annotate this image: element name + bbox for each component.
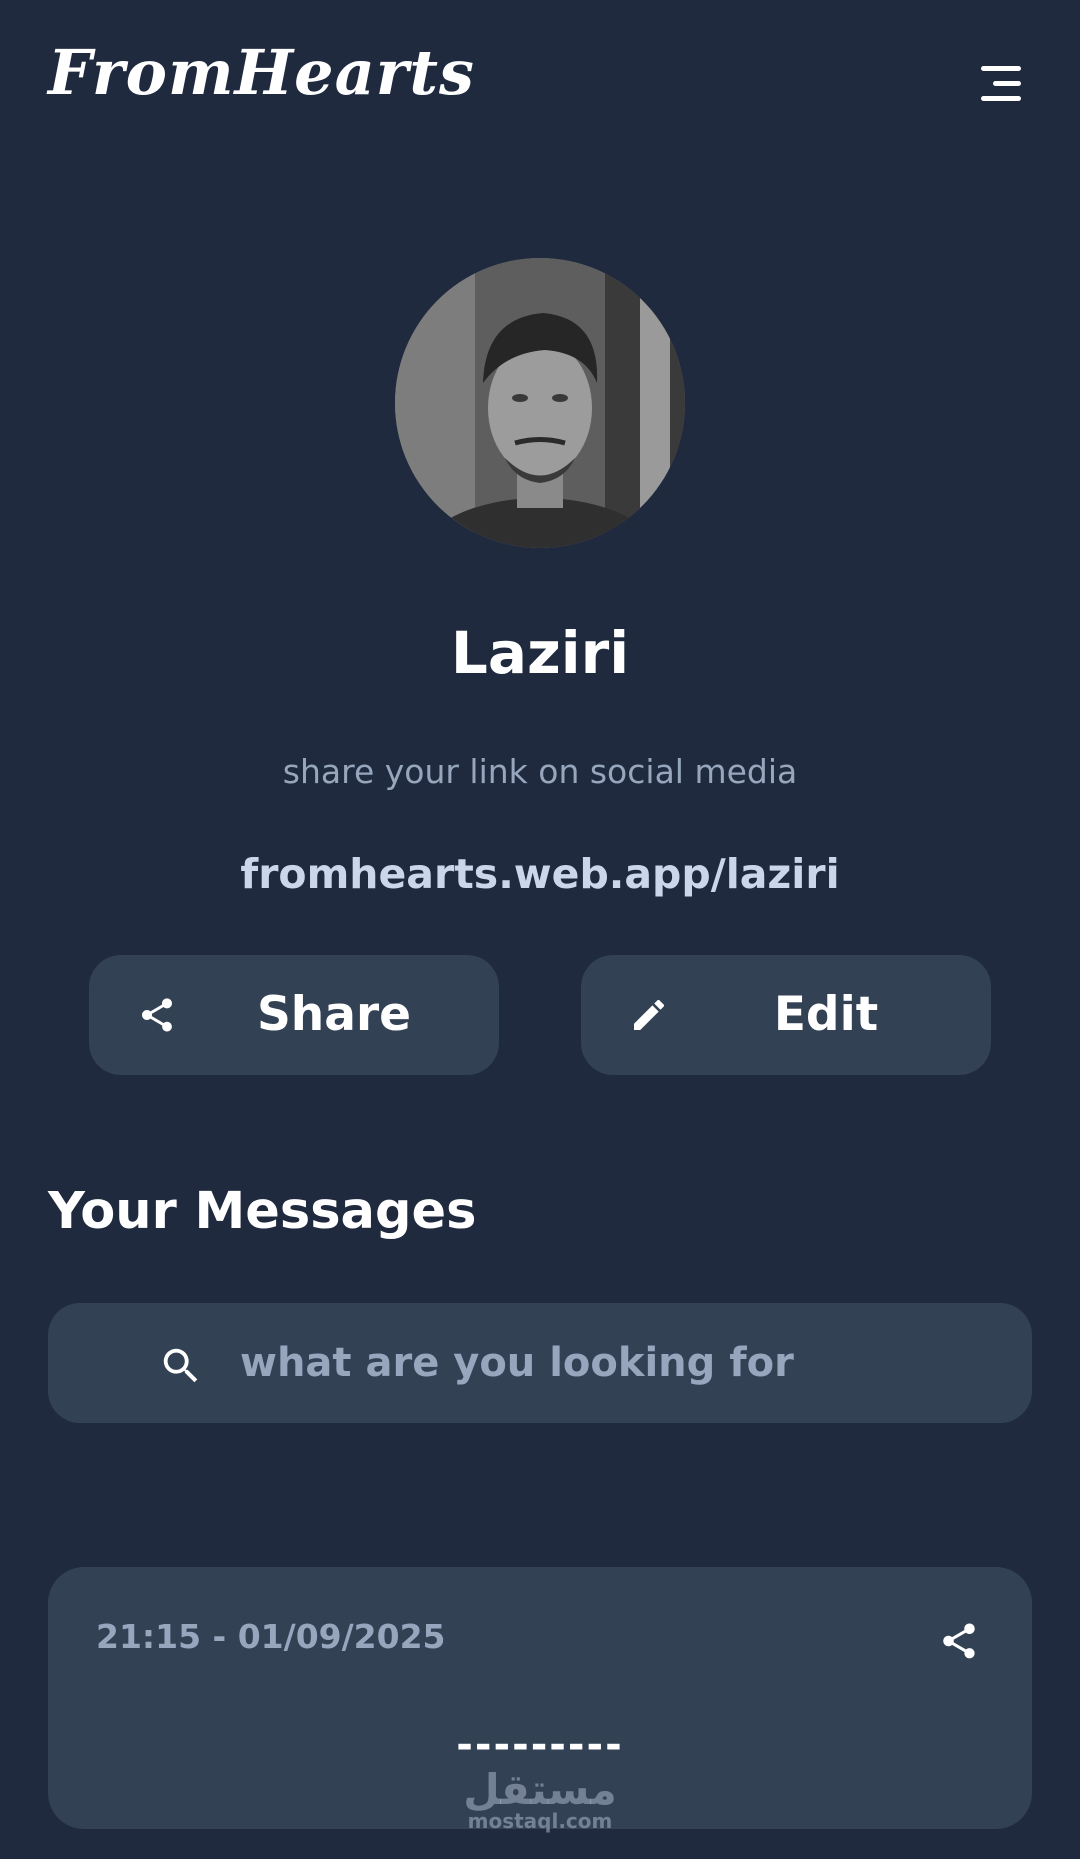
profile-name: Laziri [450, 619, 630, 687]
search-input[interactable] [220, 1321, 1020, 1405]
brand-logo[interactable]: FromHearts [48, 42, 475, 104]
share-button[interactable]: Share [89, 955, 499, 1075]
menu-button[interactable] [975, 62, 1025, 106]
search-icon [163, 1348, 198, 1383]
pencil-icon [634, 999, 665, 1030]
app-header: FromHearts [0, 0, 1080, 170]
edit-button-label: Edit [773, 987, 879, 1042]
share-button-label: Share [256, 987, 412, 1042]
messages-title: Your Messages [48, 1182, 477, 1241]
watermark-latin: mostaql.com [467, 1809, 613, 1833]
watermark-arabic: مستقل [463, 1765, 617, 1814]
menu-icon [981, 66, 1021, 101]
message-text: --------- [456, 1722, 624, 1768]
share-icon[interactable] [938, 1620, 980, 1662]
search-bar[interactable] [48, 1303, 1032, 1423]
profile-link[interactable]: fromhearts.web.app/laziri [0, 850, 1080, 898]
watermark: مستقل mostaql.com [48, 1765, 1032, 1833]
avatar [395, 258, 685, 548]
message-timestamp: 21:15 - 01/09/2025 [96, 1617, 446, 1656]
share-icon [142, 998, 172, 1032]
share-hint-text: share your link on social media [282, 752, 798, 791]
edit-button[interactable]: Edit [581, 955, 991, 1075]
avatar-image [395, 258, 685, 548]
message-card[interactable]: 21:15 - 01/09/2025 --------- مستقل mosta… [48, 1567, 1032, 1833]
